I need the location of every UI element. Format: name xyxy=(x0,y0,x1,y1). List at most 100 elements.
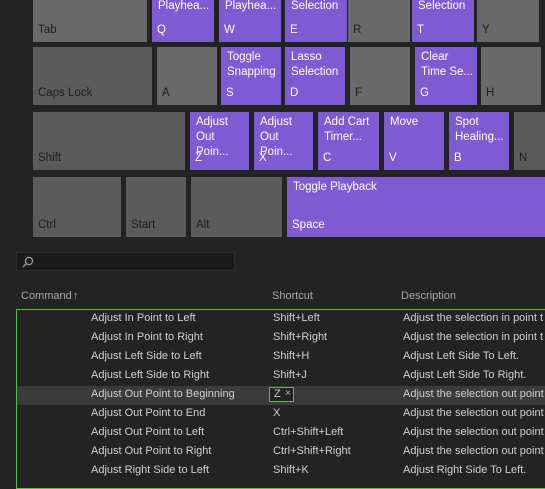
key-tab[interactable]: Tab xyxy=(33,0,147,42)
key-label: R xyxy=(353,24,362,36)
key-label: Y xyxy=(482,24,490,36)
key-label: Alt xyxy=(196,219,210,231)
shortcut-cell[interactable]: Shift+K xyxy=(273,464,309,476)
shortcut-cell[interactable]: Ctrl+Shift+Right xyxy=(273,445,351,457)
key-label: Shift xyxy=(38,152,62,164)
description-cell: Adjust the selection out point xyxy=(403,388,544,400)
key-space[interactable]: Toggle Playback Space xyxy=(287,177,545,237)
key-command-label: Clear Time Se... xyxy=(421,51,473,78)
key-label: F xyxy=(355,87,363,99)
column-shortcut[interactable]: Shortcut xyxy=(272,290,313,302)
key-label: N xyxy=(519,152,528,164)
shortcut-cell[interactable]: Shift+H xyxy=(273,350,309,362)
key-y[interactable]: Y xyxy=(477,0,539,42)
key-q[interactable]: Playhea... Q xyxy=(152,0,214,42)
key-label: C xyxy=(323,152,332,164)
key-e[interactable]: Selection E xyxy=(285,0,347,42)
key-label: E xyxy=(290,24,298,36)
shortcut-cell[interactable]: Shift+J xyxy=(273,369,307,381)
key-t[interactable]: Selection T xyxy=(412,0,474,42)
shortcut-cell[interactable]: Shift+Right xyxy=(273,331,327,343)
key-label: V xyxy=(389,152,397,164)
key-d[interactable]: Lasso Selection D xyxy=(285,47,345,105)
key-n[interactable]: N xyxy=(514,112,545,170)
key-h[interactable]: H xyxy=(481,47,541,105)
key-label: Ctrl xyxy=(38,219,56,231)
key-shift[interactable]: Shift xyxy=(33,112,185,170)
key-command-label: Adjust Out Poin... xyxy=(196,116,229,158)
key-label: S xyxy=(226,87,234,99)
key-ctrl[interactable]: Ctrl xyxy=(33,177,121,237)
key-v[interactable]: Move V xyxy=(384,112,444,170)
description-cell: Adjust the selection out point xyxy=(403,445,544,457)
table-row[interactable]: Adjust Left Side to Right Shift+J Adjust L… xyxy=(17,367,545,386)
key-a[interactable]: A xyxy=(157,47,217,105)
key-f[interactable]: F xyxy=(350,47,410,105)
key-label: D xyxy=(290,87,299,99)
key-b[interactable]: Spot Healing... B xyxy=(449,112,509,170)
table-row[interactable]: Adjust Out Point to End X Adjust the selec… xyxy=(17,405,545,424)
sort-ascending-icon: ↑ xyxy=(72,290,79,302)
key-command-label: Lasso Selection xyxy=(291,51,339,78)
key-z[interactable]: Adjust Out Poin... Z xyxy=(190,112,249,170)
remove-shortcut-icon[interactable]: × xyxy=(285,388,291,399)
shortcut-key: Z xyxy=(274,388,281,400)
key-label: Q xyxy=(157,24,166,36)
shortcut-cell[interactable]: X xyxy=(273,407,280,419)
key-command-label: Toggle Snapping xyxy=(227,51,276,78)
table-row[interactable]: Adjust In Point to Right Shift+Right Adjus… xyxy=(17,329,545,348)
command-cell: Adjust In Point to Right xyxy=(91,331,203,343)
table-row[interactable]: Adjust Left Side to Left Shift+H Adjust Le… xyxy=(17,348,545,367)
command-cell: Adjust Out Point to Left xyxy=(91,426,205,438)
command-cell: Adjust Left Side to Right xyxy=(91,369,210,381)
key-s[interactable]: Toggle Snapping S xyxy=(221,47,281,105)
table-header: Command↑ Shortcut Description xyxy=(0,290,545,306)
key-start[interactable]: Start xyxy=(126,177,186,237)
key-label: W xyxy=(224,24,235,36)
table-row[interactable]: Adjust Out Point to Right Ctrl+Shift+Righ… xyxy=(17,443,545,462)
key-command-label: Toggle Playback xyxy=(293,181,377,193)
description-cell: Adjust Right Side To Left. xyxy=(403,464,527,476)
column-description[interactable]: Description xyxy=(401,290,456,302)
shortcut-edit-chip[interactable]: Z × xyxy=(269,387,294,402)
key-command-label: Playhea... xyxy=(225,0,277,12)
search-field[interactable] xyxy=(16,252,235,271)
key-r[interactable]: R xyxy=(348,0,410,42)
key-command-label: Add Cart Timer... xyxy=(324,116,370,143)
search-input[interactable] xyxy=(37,254,231,270)
key-command-label: Selection xyxy=(291,0,339,12)
command-cell: Adjust Out Point to Right xyxy=(91,445,212,457)
key-label: Space xyxy=(292,219,325,231)
key-x[interactable]: Adjust Out Poin... X xyxy=(254,112,313,170)
key-command-label: Adjust Out Poin... xyxy=(260,116,293,158)
shortcut-table: Adjust In Point to Left Shift+Left Adjust … xyxy=(16,309,545,489)
key-c[interactable]: Add Cart Timer... C xyxy=(318,112,379,170)
table-row[interactable]: Adjust Out Point to Left Ctrl+Shift+Left A… xyxy=(17,424,545,443)
command-cell: Adjust In Point to Left xyxy=(91,312,196,324)
key-label: Tab xyxy=(38,24,57,36)
shortcut-cell[interactable]: Shift+Left xyxy=(273,312,320,324)
key-label: B xyxy=(454,152,462,164)
key-label: G xyxy=(420,87,429,99)
description-cell: Adjust the selection out point xyxy=(403,426,544,438)
description-cell: Adjust the selection in point t xyxy=(403,312,544,324)
table-row[interactable]: Adjust In Point to Left Shift+Left Adjust … xyxy=(17,310,545,329)
key-w[interactable]: Playhea... W xyxy=(219,0,281,42)
key-label: Caps Lock xyxy=(38,87,93,99)
key-label: Z xyxy=(195,152,203,164)
key-label: H xyxy=(486,87,495,99)
key-caps[interactable]: Caps Lock xyxy=(33,47,152,105)
key-command-label: Spot Healing... xyxy=(455,116,504,143)
shortcut-cell[interactable]: Ctrl+Shift+Left xyxy=(273,426,343,438)
command-cell: Adjust Left Side to Left xyxy=(91,350,202,362)
table-row[interactable]: Adjust Right Side to Left Shift+K Adjust R… xyxy=(17,462,545,481)
column-command[interactable]: Command↑ xyxy=(21,290,78,302)
key-label: T xyxy=(417,24,425,36)
table-row[interactable]: Adjust Out Point to Beginning Z × Adjust th… xyxy=(17,386,545,405)
keyboard-map: Tab Playhea... Q Playhea... W Selection E R Sele… xyxy=(0,0,545,240)
key-label: A xyxy=(162,87,170,99)
command-cell: Adjust Out Point to End xyxy=(91,407,206,419)
key-label: X xyxy=(259,152,267,164)
key-alt[interactable]: Alt xyxy=(191,177,282,237)
key-g[interactable]: Clear Time Se... G xyxy=(415,47,477,105)
